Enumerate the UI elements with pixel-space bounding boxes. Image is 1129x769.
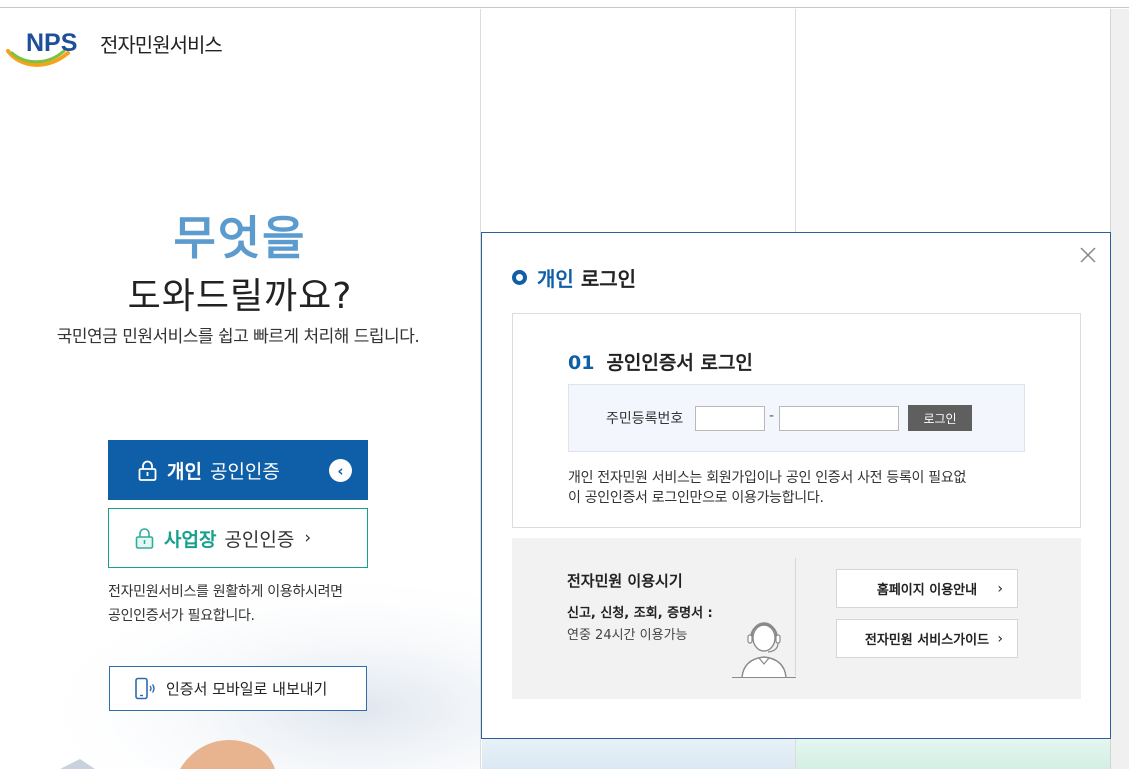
homepage-guide-button[interactable]: 홈페이지 이용안내 ›	[836, 569, 1018, 608]
service-hours-title: 전자민원 이용시기	[567, 572, 683, 590]
nps-logo-mark: NPS	[6, 29, 77, 67]
rrn-label: 주민등록번호	[606, 411, 684, 427]
step-number: 01	[568, 352, 595, 374]
mobile-phone-icon	[135, 677, 155, 699]
hero-description: 국민연금 민원서비스를 쉽고 빠르게 처리해 드립니다.	[56, 327, 420, 347]
hero-headline: 무엇을	[173, 211, 307, 265]
note-line: 공인인증서가 필요합니다.	[108, 608, 255, 624]
rrn-first-input[interactable]	[695, 406, 765, 431]
service-hours-section: 전자민원 이용시기 신고, 신청, 조회, 증명서 : 연중 24시간 이용가능…	[512, 538, 1081, 699]
personal-cert-label-bold: 개인	[167, 460, 202, 483]
export-cert-mobile-label-rest: 내보내기	[267, 680, 328, 698]
personal-login-dialog: 개인 로그인 01 공인인증서 로그인 주민등록번호 - 로그인 개인 전자민원…	[481, 232, 1111, 739]
login-form: 주민등록번호 - 로그인	[568, 384, 1025, 452]
business-cert-button[interactable]: 사업장 공인인증 ›	[108, 508, 368, 568]
logo-service-name: 전자민원서비스	[100, 33, 223, 57]
cert-required-note: 전자민원서비스를 원활하게 이용하시려면 공인인증서가 필요합니다.	[108, 580, 343, 628]
description-line: 이 공인인증서 로그인만으로 이용가능합니다.	[568, 490, 824, 506]
hero-subheadline: 도와드릴까요?	[127, 276, 353, 317]
left-panel: NPS 전자민원서비스 무엇을 도와드릴까요? 국민연금 민원서비스를 쉽고 빠…	[0, 9, 480, 769]
rrn-second-input[interactable]	[779, 406, 899, 431]
description-line: 개인 전자민원 서비스는 회원가입이나 공인 인증서 사전 등록이 필요없	[568, 470, 967, 486]
dialog-title: 개인 로그인	[512, 263, 636, 292]
customer-agent-icon	[732, 622, 796, 678]
page: NPS 전자민원서비스 무엇을 도와드릴까요? 국민연금 민원서비스를 쉽고 빠…	[0, 0, 1129, 769]
lock-icon	[138, 460, 157, 481]
cert-login-section: 01 공인인증서 로그인 주민등록번호 - 로그인 개인 전자민원 서비스는 회…	[512, 313, 1081, 528]
chevron-right-icon: ›	[304, 528, 312, 548]
rrn-separator: -	[769, 408, 775, 424]
login-button[interactable]: 로그인	[908, 405, 972, 431]
dialog-title-text: 로그인	[580, 267, 637, 291]
homepage-guide-label: 홈페이지 이용안내	[876, 583, 978, 598]
export-cert-mobile-label-main: 인증서 모바일로	[166, 680, 268, 698]
note-line: 전자민원서비스를 원활하게 이용하시려면	[108, 584, 343, 600]
nps-logo-text: NPS	[26, 29, 77, 57]
service-hours-value: 연중 24시간 이용가능	[567, 628, 688, 643]
browser-top-line	[0, 0, 1129, 8]
chevron-left-icon: ‹	[329, 459, 352, 482]
chevron-right-icon: ›	[997, 580, 1003, 597]
step-heading: 01 공인인증서 로그인	[568, 348, 753, 375]
circle-bullet-icon	[512, 270, 527, 285]
service-guide-label: 전자민원 서비스가이드	[864, 633, 990, 648]
service-hours-subtitle: 신고, 신청, 조회, 증명서 :	[567, 606, 713, 621]
background-tint	[482, 738, 795, 769]
service-guide-button[interactable]: 전자민원 서비스가이드 ›	[836, 619, 1018, 658]
nps-logo[interactable]: NPS 전자민원서비스	[6, 27, 246, 71]
dialog-title-accent: 개인	[537, 267, 574, 291]
login-description: 개인 전자민원 서비스는 회원가입이나 공인 인증서 사전 등록이 필요없 이 …	[568, 468, 966, 508]
chevron-right-icon: ›	[997, 630, 1003, 647]
lock-icon	[135, 528, 154, 549]
step-title: 공인인증서 로그인	[606, 352, 753, 374]
export-cert-mobile-button[interactable]: 인증서 모바일로 내보내기	[109, 666, 367, 711]
background-tint	[796, 738, 1110, 769]
close-icon[interactable]	[1078, 245, 1098, 265]
section-divider	[795, 558, 796, 676]
personal-cert-button[interactable]: 개인 공인인증 ‹	[108, 440, 368, 500]
personal-cert-label: 공인인증	[209, 460, 280, 483]
scrollbar-track[interactable]	[1110, 9, 1129, 769]
business-cert-label-bold: 사업장	[164, 528, 217, 551]
export-cert-mobile-label: 인증서 모바일로 내보내기	[166, 678, 327, 699]
business-cert-label: 공인인증	[224, 528, 295, 551]
